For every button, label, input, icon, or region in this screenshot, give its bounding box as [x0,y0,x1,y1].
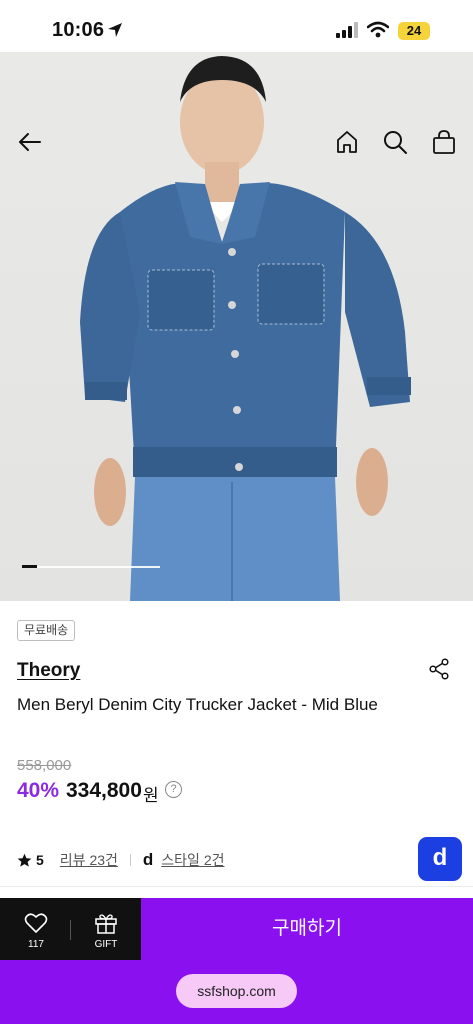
buy-button[interactable]: 구매하기 [141,898,473,960]
price-help-icon[interactable]: ? [165,781,182,798]
gift-button[interactable]: GIFT [89,912,123,950]
style-d-icon: d [142,850,154,869]
wifi-icon [367,21,389,38]
divider [129,854,131,866]
currency-unit: 원 [143,786,159,805]
gift-label: GIFT [94,939,118,950]
brand-link[interactable]: Theory [17,660,80,682]
shopping-bag-icon[interactable] [430,128,458,156]
image-pager-indicator [22,565,37,568]
star-icon [17,853,32,867]
discount-rate: 40% [17,779,60,802]
sale-price: 334,800 [66,779,142,802]
rating-value: 5 [36,852,44,868]
section-divider [0,886,473,887]
home-icon[interactable] [333,128,361,156]
gift-icon [95,914,117,934]
bottom-divider [70,920,71,940]
status-bar: 10:06 24 [0,0,473,52]
heart-icon [24,913,48,933]
style-count-link[interactable]: 스타일 2건 [161,850,224,870]
free-shipping-badge: 무료배송 [17,620,76,641]
original-price: 558,000 [17,757,72,774]
url-bar[interactable]: ssfshop.com [176,974,297,1008]
d-floating-button[interactable]: d [418,837,462,881]
rating-row: 5 리뷰 23건 d 스타일 2건 [17,850,225,870]
search-icon[interactable] [381,128,409,156]
location-arrow-icon [108,23,122,37]
product-name: Men Beryl Denim City Trucker Jacket - Mi… [17,695,378,714]
share-icon[interactable] [428,658,450,680]
battery-icon: 24 [398,22,430,40]
status-time: 10:06 [52,19,105,41]
product-image[interactable] [0,52,473,601]
wishlist-count: 117 [28,939,44,950]
image-pager-track [22,566,160,568]
wishlist-button[interactable]: 117 [20,912,52,950]
cellular-signal-icon [336,22,358,38]
back-arrow-icon[interactable] [16,128,44,156]
review-count-link[interactable]: 리뷰 23건 [60,850,118,870]
